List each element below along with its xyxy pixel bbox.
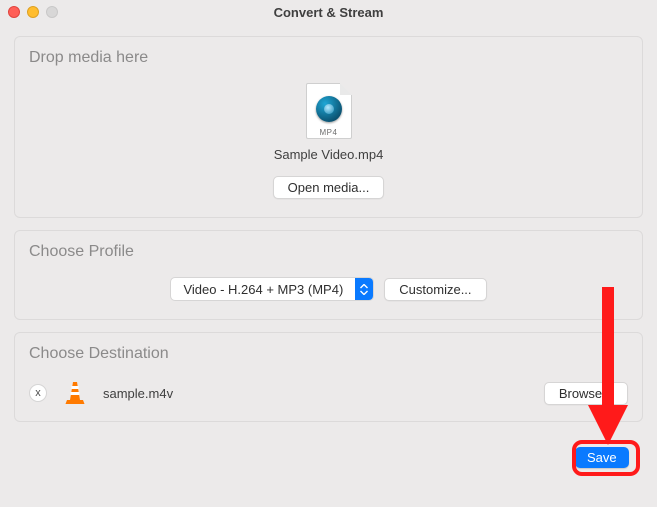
profile-title: Choose Profile — [29, 243, 628, 261]
quicktime-icon — [316, 96, 342, 122]
drop-media-panel: Drop media here MP4 Sample Video.mp4 Ope… — [14, 36, 643, 218]
open-media-button[interactable]: Open media... — [273, 176, 385, 199]
profile-select[interactable]: Video - H.264 + MP3 (MP4) — [170, 277, 374, 301]
media-file-icon: MP4 — [306, 83, 352, 139]
customize-button[interactable]: Customize... — [384, 278, 486, 301]
browse-button[interactable]: Browse... — [544, 382, 628, 405]
drop-media-title: Drop media here — [29, 49, 628, 67]
window: Convert & Stream Drop media here MP4 Sam… — [0, 0, 657, 507]
destination-title: Choose Destination — [29, 345, 628, 363]
destination-panel: Choose Destination x sample.m4v Browse..… — [14, 332, 643, 422]
destination-filename: sample.m4v — [103, 386, 530, 401]
select-stepper-icon — [355, 278, 373, 300]
save-button[interactable]: Save — [575, 447, 629, 468]
media-filename: Sample Video.mp4 — [274, 147, 384, 162]
profile-panel: Choose Profile Video - H.264 + MP3 (MP4)… — [14, 230, 643, 320]
content: Drop media here MP4 Sample Video.mp4 Ope… — [0, 24, 657, 422]
vlc-cone-icon — [61, 381, 89, 405]
titlebar: Convert & Stream — [0, 0, 657, 24]
drop-area[interactable]: MP4 Sample Video.mp4 Open media... — [29, 77, 628, 199]
clear-destination-button[interactable]: x — [29, 384, 47, 402]
profile-select-value: Video - H.264 + MP3 (MP4) — [171, 282, 355, 297]
file-type-badge: MP4 — [306, 128, 352, 137]
window-title: Convert & Stream — [0, 5, 657, 20]
